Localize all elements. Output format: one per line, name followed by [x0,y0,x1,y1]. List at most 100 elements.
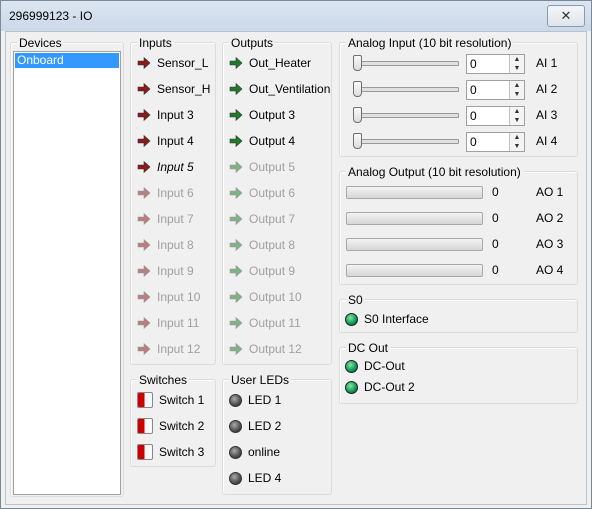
right-arrow-icon [229,82,243,96]
dc-out-label: DC-Out [364,359,405,373]
spin-up-icon[interactable]: ▲ [510,133,524,142]
input-row[interactable]: Input 12 [137,340,200,358]
output-label: Output 8 [249,238,296,252]
output-row[interactable]: Output 6 [229,184,295,202]
input-row[interactable]: Input 7 [137,210,194,228]
user-led-label: LED 4 [248,471,282,485]
ai-value-spinbox[interactable]: 0 ▲ ▼ [466,132,525,152]
output-row[interactable]: Output 9 [229,262,295,280]
output-row[interactable]: Output 5 [229,158,295,176]
input-row[interactable]: Input 9 [137,262,194,280]
spin-up-icon[interactable]: ▲ [510,81,524,90]
output-row[interactable]: Output 8 [229,236,295,254]
input-row[interactable]: Sensor_L [137,54,208,72]
input-row[interactable]: Input 8 [137,236,194,254]
close-button[interactable]: ✕ [547,5,585,27]
output-label: Output 11 [249,316,301,330]
toggle-switch-icon[interactable] [137,444,153,460]
input-label: Input 3 [157,108,194,122]
output-row[interactable]: Output 10 [229,288,302,306]
input-row[interactable]: Input 3 [137,106,194,124]
inputs-group-label: Inputs [137,36,174,50]
right-arrow-icon [229,264,243,278]
user-led-row: online [229,443,280,461]
input-row[interactable]: Input 11 [137,314,199,332]
toggle-switch-icon[interactable] [137,418,153,434]
ai-slider-thumb[interactable] [353,81,362,97]
right-arrow-icon [137,264,151,278]
ao-value: 0 [492,185,499,199]
right-arrow-icon [229,56,243,70]
switch-row[interactable]: Switch 1 [137,391,204,409]
ai-slider-track[interactable] [353,61,459,66]
spin-buttons[interactable]: ▲ ▼ [509,133,524,151]
right-arrow-icon [137,238,151,252]
output-label: Output 4 [249,134,296,148]
input-label: Input 5 [157,160,194,174]
ai-value[interactable]: 0 [470,83,477,97]
analog-input-group-label: Analog Input (10 bit resolution) [346,36,514,50]
output-row[interactable]: Output 11 [229,314,301,332]
dc-out-group-label: DC Out [346,341,391,355]
input-row[interactable]: Input 6 [137,184,194,202]
spin-down-icon[interactable]: ▼ [510,142,524,151]
right-arrow-icon [137,108,151,122]
ai-value-spinbox[interactable]: 0 ▲ ▼ [466,80,525,100]
spin-up-icon[interactable]: ▲ [510,55,524,64]
ai-value-spinbox[interactable]: 0 ▲ ▼ [466,54,525,74]
s0-group-label: S0 [346,293,365,307]
right-arrow-icon [137,212,151,226]
ai-value[interactable]: 0 [470,109,477,123]
ai-label: AI 1 [536,56,558,70]
ai-slider-track[interactable] [353,139,459,144]
output-row[interactable]: Output 7 [229,210,295,228]
output-row[interactable]: Out_Heater [229,54,311,72]
right-arrow-icon [137,186,151,200]
spin-down-icon[interactable]: ▼ [510,64,524,73]
output-label: Output 9 [249,264,296,278]
device-list[interactable]: Onboard [13,51,121,495]
ai-slider-thumb[interactable] [353,133,362,149]
right-arrow-icon [229,160,243,174]
ai-value-spinbox[interactable]: 0 ▲ ▼ [466,106,525,126]
right-arrow-icon [229,290,243,304]
input-label: Input 8 [157,238,194,252]
right-arrow-icon [137,316,151,330]
ai-value[interactable]: 0 [470,57,477,71]
output-row[interactable]: Output 3 [229,106,295,124]
output-label: Output 5 [249,160,296,174]
input-row[interactable]: Input 4 [137,132,194,150]
output-row[interactable]: Output 4 [229,132,295,150]
ai-slider-thumb[interactable] [353,107,362,123]
spin-down-icon[interactable]: ▼ [510,116,524,125]
spin-buttons[interactable]: ▲ ▼ [509,81,524,99]
outputs-group-label: Outputs [229,36,276,50]
output-row[interactable]: Out_Ventilation [229,80,330,98]
ao-progress-bar [346,186,483,199]
ai-slider-thumb[interactable] [353,55,362,71]
switch-row[interactable]: Switch 3 [137,443,204,461]
spin-down-icon[interactable]: ▼ [510,90,524,99]
switches-group-label: Switches [137,373,190,387]
right-arrow-icon [137,342,151,356]
dc-out-row: DC-Out [345,357,405,375]
led-indicator-icon [229,419,242,433]
window-title: 296999123 - IO [9,9,93,23]
spin-buttons[interactable]: ▲ ▼ [509,107,524,125]
switch-row[interactable]: Switch 2 [137,417,204,435]
input-row[interactable]: Input 10 [137,288,200,306]
ai-slider-track[interactable] [353,87,459,92]
ai-value[interactable]: 0 [470,135,477,149]
output-row[interactable]: Output 12 [229,340,302,358]
spin-up-icon[interactable]: ▲ [510,107,524,116]
toggle-switch-icon[interactable] [137,392,153,408]
input-row[interactable]: Sensor_H [137,80,210,98]
spin-buttons[interactable]: ▲ ▼ [509,55,524,73]
s0-interface-label: S0 Interface [364,312,429,326]
ai-slider-track[interactable] [353,113,459,118]
input-row[interactable]: Input 5 [137,158,194,176]
device-item-onboard[interactable]: Onboard [15,53,119,68]
output-label: Output 10 [249,290,302,304]
ao-progress-bar [346,238,483,251]
title-bar: 296999123 - IO ✕ [1,1,591,31]
